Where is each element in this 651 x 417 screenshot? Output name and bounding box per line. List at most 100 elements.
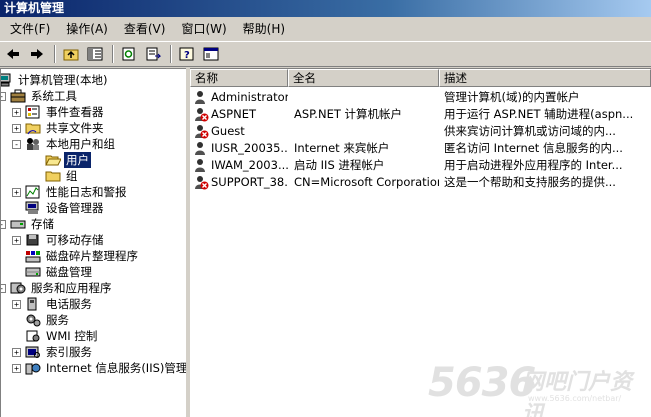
cell-description: 管理计算机(域)的内置帐户 [444,90,580,104]
tree-label-disk-management: 磁盘管理 [46,265,92,279]
window-title: 计算机管理 [4,1,65,15]
up-folder-icon [63,49,79,61]
collapse-toggle[interactable]: - [1,91,6,101]
users-group-icon [27,138,39,150]
cell-name: Administrator [211,90,288,104]
tree-item-telephony[interactable]: + 电话服务 [12,296,94,312]
table-row[interactable]: Administrator 管理计算机(域)的内置帐户 [190,89,651,106]
refresh-button[interactable] [118,44,140,64]
collapse-toggle[interactable]: - [12,139,21,149]
tree-item-root[interactable]: 计算机管理(本地) [1,72,109,88]
menu-view[interactable]: 查看(V) [116,20,174,38]
up-one-level-button[interactable] [60,44,82,64]
tree-item-iis-manager[interactable]: + Internet 信息服务(IIS)管理 [12,360,186,376]
menu-help[interactable]: 帮助(H) [235,20,293,38]
toolbar-separator [170,45,172,63]
collapse-toggle[interactable]: - [1,283,6,293]
event-viewer-icon [25,105,40,119]
tree-label-groups: 组 [66,169,78,183]
console-tree: 计算机管理(本地) - 系统工具 + 事件查看器 + 共享文件夹 - 本地用户和… [0,68,186,417]
tree-item-event-viewer[interactable]: + 事件查看器 [12,104,106,120]
tree-item-local-users-groups[interactable]: - 本地用户和组 [12,136,117,152]
table-row[interactable]: Guest 供来宾访问计算机或访问域的内... [190,123,651,140]
tree-item-device-manager[interactable]: 设备管理器 [25,200,106,216]
tree-label-device-manager: 设备管理器 [46,201,104,215]
expand-toggle[interactable]: + [12,123,21,133]
console-icon [203,47,219,61]
tree-item-performance-logs[interactable]: + 性能日志和警报 [12,184,129,200]
tree-label-iis-manager: Internet 信息服务(IIS)管理 [46,361,186,375]
tree-label-system-tools: 系统工具 [31,89,77,103]
expand-toggle[interactable]: + [12,187,21,197]
tree-item-system-tools[interactable]: - 系统工具 [1,88,79,104]
disk-management-icon [25,267,41,277]
shared-folder-icon [25,123,41,135]
cell-description: 供来宾访问计算机或访问域的内... [444,124,616,138]
forward-button[interactable] [26,44,48,64]
tree-label-telephony: 电话服务 [46,297,92,311]
table-row[interactable]: ASPNET ASP.NET 计算机帐户 用于运行 ASP.NET 辅助进程(asp… [190,106,651,123]
cell-name: IWAM_2003... [211,158,288,172]
tree-item-groups[interactable]: 组 [45,168,80,184]
tree-item-removable-storage[interactable]: + 可移动存储 [12,232,106,248]
tree-item-storage[interactable]: - 存储 [1,216,56,232]
column-header-fullname[interactable]: 全名 [288,69,439,87]
tree-label-indexing-service: 索引服务 [46,345,92,359]
cell-description: 用于运行 ASP.NET 辅助进程(aspn... [444,107,634,121]
show-hide-tree-button[interactable] [84,44,106,64]
back-icon [7,49,19,59]
expand-toggle[interactable]: + [12,107,21,117]
properties-icon [122,47,135,61]
table-row[interactable]: IUSR_20035... Internet 来宾帐户 匿名访问 Internet … [190,140,651,157]
cell-fullname: ASP.NET 计算机帐户 [294,107,403,121]
tree-item-services-apps[interactable]: - 服务和应用程序 [1,280,114,296]
menu-action[interactable]: 操作(A) [58,20,116,38]
cell-description: 用于启动进程外应用程序的 Inter... [444,158,623,172]
storage-icon [10,220,26,229]
tree-item-disk-defragmenter[interactable]: 磁盘碎片整理程序 [25,248,140,264]
tree-label-users: 用户 [64,152,91,168]
tree-item-services[interactable]: 服务 [25,312,71,328]
services-apps-icon [10,282,26,294]
menu-window[interactable]: 窗口(W) [173,20,234,38]
tree-item-disk-management[interactable]: 磁盘管理 [25,264,94,280]
computer-management-icon [1,73,11,87]
column-header-description[interactable]: 描述 [439,69,651,87]
gear-icon [26,314,41,327]
list-header: 名称 全名 描述 [190,69,651,87]
removable-storage-icon [26,234,39,246]
cell-name: ASPNET [211,107,256,121]
folder-icon [45,171,61,182]
back-button[interactable] [2,44,24,64]
tree-label-performance-logs: 性能日志和警报 [46,185,127,199]
table-row[interactable]: IWAM_2003... 启动 IIS 进程帐户 用于启动进程外应用程序的 Inte… [190,157,651,174]
indexing-service-icon [25,346,40,358]
performance-chart-icon [25,185,40,199]
user-icon [195,91,205,104]
expand-toggle[interactable]: + [12,363,21,373]
tree-label-event-viewer: 事件查看器 [46,105,104,119]
expand-toggle[interactable]: + [12,299,21,309]
tree-item-wmi-control[interactable]: WMI 控制 [25,328,99,344]
column-header-name[interactable]: 名称 [190,69,288,87]
expand-toggle[interactable]: + [12,347,21,357]
tree-label-services-apps: 服务和应用程序 [31,281,112,295]
export-list-button[interactable] [142,44,164,64]
table-row[interactable]: SUPPORT_38... CN=Microsoft Corporation...… [190,174,651,191]
watermark-url: www.5636.com/netbar/ [528,394,622,403]
watermark: 5636 网吧门户资讯 www.5636.com/netbar/ [428,358,648,417]
cell-name: Guest [211,124,245,138]
menu-bar: 文件(F) 操作(A) 查看(V) 窗口(W) 帮助(H) [0,18,651,40]
cell-fullname: 启动 IIS 进程帐户 [294,158,385,172]
collapse-toggle[interactable]: - [1,219,6,229]
console-button[interactable] [200,44,222,64]
cell-fullname: CN=Microsoft Corporation.... [294,175,439,189]
expand-toggle[interactable]: + [12,235,21,245]
iis-icon [25,363,41,375]
help-button[interactable]: ? [176,44,198,64]
tree-item-users[interactable]: 用户 [45,152,91,168]
tree-item-indexing-service[interactable]: + 索引服务 [12,344,94,360]
wmi-control-icon [26,330,40,342]
menu-file[interactable]: 文件(F) [2,20,58,38]
tree-item-shared-folders[interactable]: + 共享文件夹 [12,120,106,136]
